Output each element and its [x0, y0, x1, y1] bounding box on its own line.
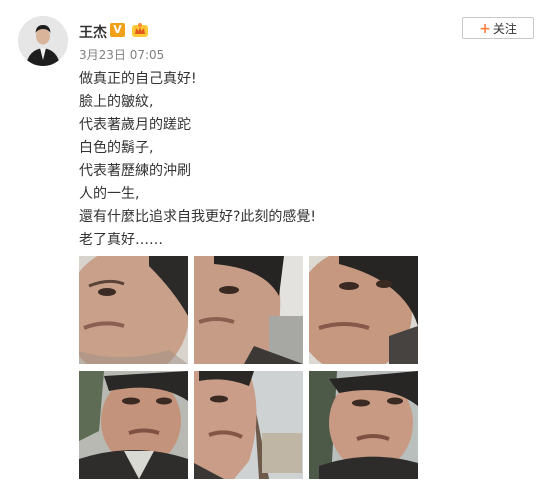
post-text: 做真正的自己真好! 臉上的皺紋, 代表著歲月的蹉跎 白色的鬍子, 代表著歷練的沖…	[79, 68, 519, 252]
selfie-photo-2[interactable]	[194, 256, 303, 364]
selfie-photo-6[interactable]	[309, 371, 418, 479]
crown-member-icon[interactable]	[131, 22, 149, 38]
selfie-photo-3[interactable]	[309, 256, 418, 364]
post-line: 做真正的自己真好!	[79, 71, 197, 87]
follow-button[interactable]: + 关注	[462, 17, 534, 39]
username[interactable]: 王杰	[79, 22, 107, 42]
avatar-image	[18, 16, 68, 66]
post-timestamp[interactable]: 3月23日 07:05	[79, 46, 164, 63]
post-line: 老了真好……	[79, 232, 163, 248]
post-line: 臉上的皺紋,	[79, 94, 154, 110]
plus-icon: +	[479, 21, 491, 37]
post-line: 白色的鬍子,	[79, 140, 154, 156]
weibo-post-card: 王杰 V 3月23日 07:05 + 关注 做真正的自己真好! 臉上的皺紋, 代表…	[0, 0, 552, 491]
user-avatar[interactable]	[18, 16, 68, 66]
selfie-photo-1[interactable]	[79, 256, 188, 364]
follow-button-label: 关注	[492, 22, 517, 36]
post-line: 代表著歲月的蹉跎	[79, 117, 191, 133]
selfie-photo-5[interactable]	[194, 371, 303, 479]
photo-grid	[79, 256, 418, 480]
post-line: 還有什麼比追求自我更好?此刻的感覺!	[79, 209, 317, 225]
post-line: 代表著歷練的沖刷	[79, 163, 191, 179]
post-line: 人的一生,	[79, 186, 140, 202]
selfie-photo-4[interactable]	[79, 371, 188, 479]
verified-v-icon[interactable]: V	[110, 23, 125, 37]
